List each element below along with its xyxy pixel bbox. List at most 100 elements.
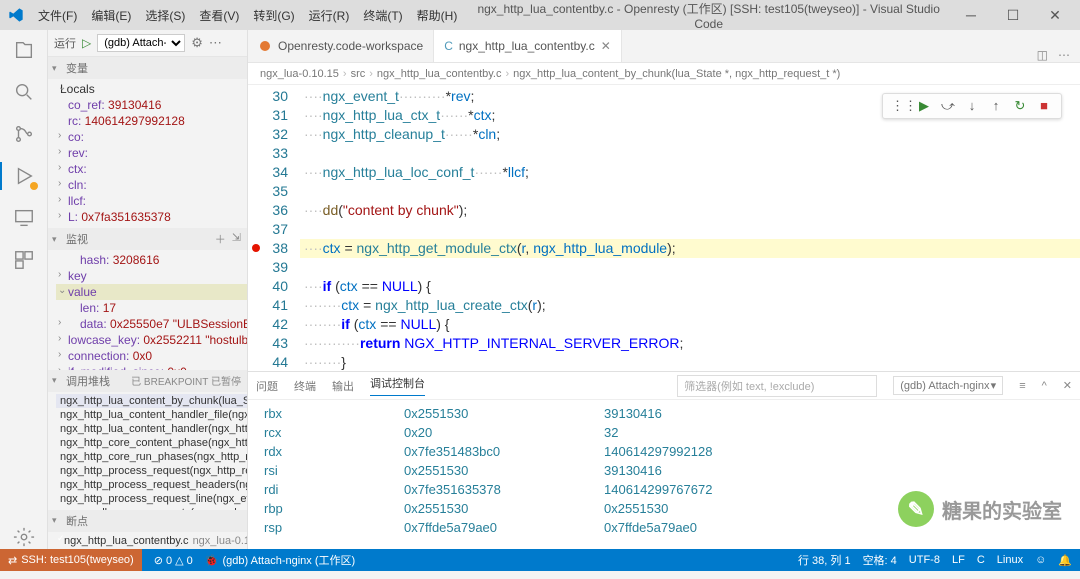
variable-row[interactable]: rev: [56,145,247,161]
watermark: ✎ 糖果的实验室 [898,491,1062,527]
watch-row[interactable]: hash: 3208616 [56,252,247,268]
breadcrumb-item[interactable]: ngx_http_lua_content_by_chunk(lua_State … [513,68,840,80]
stop-icon[interactable]: ■ [1035,98,1053,114]
tab-file[interactable]: C ngx_http_lua_contentby.c ✕ [434,30,622,62]
watch-row[interactable]: len: 17 [56,300,247,316]
variable-row[interactable]: rc: 140614297992128 [56,113,247,129]
variable-row[interactable]: co: [56,129,247,145]
panel-clear-icon[interactable]: ≡ [1019,380,1025,392]
watch-row[interactable]: key [56,268,247,284]
step-out-icon[interactable]: ↑ [987,98,1005,114]
encoding-status[interactable]: UTF-8 [909,554,940,566]
drag-handle-icon[interactable]: ⋮⋮ [891,98,909,114]
callstack-frame[interactable]: ngx_http_core_run_phases(ngx_http_requ… [56,450,247,464]
menu-item[interactable]: 选择(S) [139,3,191,28]
watch-row[interactable]: data: 0x25550e7 "ULBSessionBacke… [56,316,247,332]
breakpoint-item[interactable]: ngx_http_lua_contentby.c ngx_lua-0.10...… [56,535,247,547]
editor-tabs: Openresty.code-workspace C ngx_http_lua_… [248,30,1080,63]
close-button[interactable]: ✕ [1038,7,1072,24]
run-debug-icon[interactable] [12,164,36,188]
add-watch-icon[interactable]: ＋ [215,231,226,247]
breadcrumb-item[interactable]: ngx_http_lua_contentby.c [377,68,502,80]
menu-item[interactable]: 运行(R) [303,3,356,28]
start-debug-icon[interactable]: ▷ [82,36,91,50]
menu-item[interactable]: 帮助(H) [411,3,464,28]
language-status[interactable]: C [977,554,985,566]
breadcrumbs[interactable]: ngx_lua-0.10.15›src›ngx_http_lua_content… [248,63,1080,85]
split-editor-icon[interactable]: ◫ [1037,48,1048,62]
notifications-icon[interactable]: 🔔 [1058,554,1072,567]
extensions-icon[interactable] [12,248,36,272]
step-over-icon[interactable]: ⤻ [939,98,957,114]
restart-icon[interactable]: ↻ [1011,98,1029,114]
menu-item[interactable]: 转到(G) [247,3,300,28]
register-row: rsi0x255153039130416 [264,461,1080,480]
panel-tab[interactable]: 终端 [294,378,316,394]
variable-row[interactable]: llcf: [56,193,247,209]
variable-row[interactable]: cln: [56,177,247,193]
debug-status[interactable]: 🐞 (gdb) Attach-nginx (工作区) [205,552,355,568]
indent-status[interactable]: 空格: 4 [863,552,897,568]
debug-settings-icon[interactable]: ⚙ [191,35,203,51]
watch-row[interactable]: value [56,284,247,300]
search-icon[interactable] [12,80,36,104]
debug-more-icon[interactable]: ⋯ [209,35,222,51]
code-lines[interactable]: ····ngx_event_t··········*rev;····ngx_ht… [300,85,1080,371]
settings-gear-icon[interactable] [12,525,36,549]
eol-status[interactable]: LF [952,554,965,566]
remote-ssh-status[interactable]: ⇄ SSH: test105(tweyseo) [0,549,142,571]
collapse-watch-icon[interactable]: ⇲ [232,231,241,247]
callstack-frame[interactable]: ngx_http_lua_content_handler_file(ngx_… [56,408,247,422]
callstack-frame[interactable]: ngx_http_process_request(ngx_http_requ… [56,464,247,478]
watch-header[interactable]: 监视 ＋⇲ [48,228,247,250]
panel-tab[interactable]: 调试控制台 [370,375,425,396]
continue-icon[interactable]: ▶ [915,98,933,114]
maximize-button[interactable]: ☐ [996,7,1030,24]
explorer-icon[interactable] [12,38,36,62]
panel-maximize-icon[interactable]: ^ [1042,380,1047,392]
watch-row[interactable]: connection: 0x0 [56,348,247,364]
more-editor-icon[interactable]: ⋯ [1058,48,1070,62]
c-file-icon: C [444,39,453,53]
callstack-frame[interactable]: ngx_http_lua_content_handler(ngx_http_… [56,422,247,436]
os-status[interactable]: Linux [997,554,1023,566]
close-tab-icon[interactable]: ✕ [601,39,611,53]
variables-header[interactable]: 变量 [48,57,247,79]
panel-tab[interactable]: 问题 [256,378,278,394]
debug-console-filter[interactable]: 筛选器(例如 text, !exclude) [677,375,877,397]
locals-header[interactable]: Locals [56,81,247,97]
editor-area: Openresty.code-workspace C ngx_http_lua_… [248,30,1080,549]
menu-item[interactable]: 文件(F) [32,3,83,28]
menu-item[interactable]: 编辑(E) [85,3,137,28]
titlebar: 文件(F)编辑(E)选择(S)查看(V)转到(G)运行(R)终端(T)帮助(H)… [0,0,1080,30]
breadcrumb-item[interactable]: ngx_lua-0.10.15 [260,68,339,80]
problems-status[interactable]: ⊘ 0 △ 0 [154,554,193,567]
remote-explorer-icon[interactable] [12,206,36,230]
breadcrumb-item[interactable]: src [351,68,366,80]
cursor-position[interactable]: 行 38, 列 1 [798,552,851,568]
panel-close-icon[interactable]: ✕ [1063,379,1072,392]
debug-session-dropdown[interactable]: (gdb) Attach-nginx▾ [893,376,1003,395]
menu-item[interactable]: 查看(V) [193,3,245,28]
feedback-icon[interactable]: ☺ [1035,554,1046,566]
source-control-icon[interactable] [12,122,36,146]
vscode-logo-icon [8,7,24,23]
code-editor[interactable]: 3031323334353637383940414243444546 ····n… [248,85,1080,371]
callstack-frame[interactable]: ngx_http_lua_content_by_chunk(lua_Stat… [56,394,247,408]
debug-config-select[interactable]: (gdb) Attach-nginx [97,34,185,52]
status-bar: ⇄ SSH: test105(tweyseo) ⊘ 0 △ 0 🐞 (gdb) … [0,549,1080,571]
watch-row[interactable]: lowcase_key: 0x2552211 "hostulbse… [56,332,247,348]
minimize-button[interactable]: ─ [954,7,988,24]
menu-item[interactable]: 终端(T) [357,3,408,28]
panel-tab[interactable]: 输出 [332,378,354,394]
callstack-frame[interactable]: ngx_http_process_request_line(ngx_even… [56,492,247,506]
step-into-icon[interactable]: ↓ [963,98,981,114]
variable-row[interactable]: co_ref: 39130416 [56,97,247,113]
callstack-frame[interactable]: ngx_http_core_content_phase(ngx_http_r… [56,436,247,450]
callstack-header[interactable]: 调用堆栈 已 BREAKPOINT 已暂停 [48,370,247,392]
tab-workspace[interactable]: Openresty.code-workspace [248,30,434,62]
variable-row[interactable]: ctx: [56,161,247,177]
breakpoints-header[interactable]: 断点 [48,510,247,532]
callstack-frame[interactable]: ngx_http_process_request_headers(ngx_e… [56,478,247,492]
variable-row[interactable]: L: 0x7fa351635378 [56,209,247,225]
